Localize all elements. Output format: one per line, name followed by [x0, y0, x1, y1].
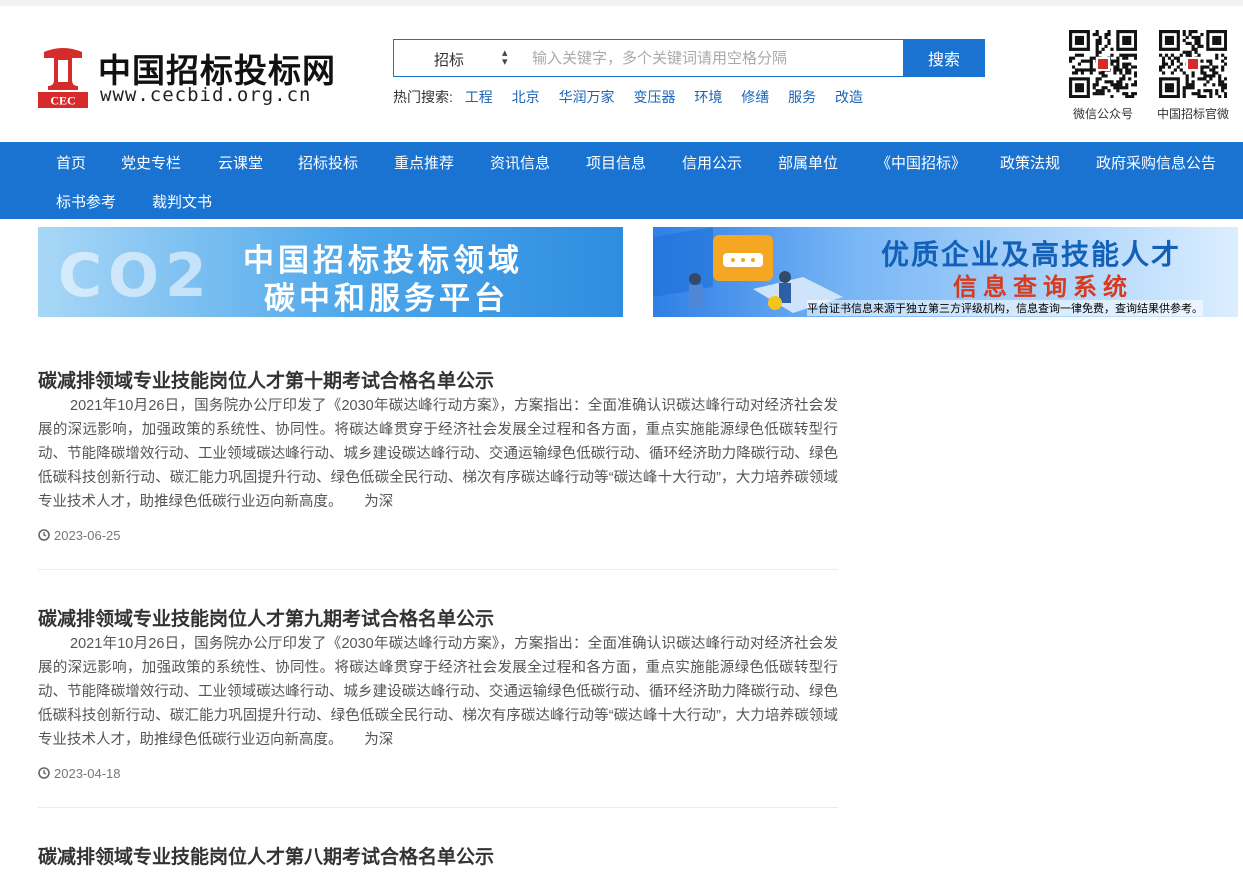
- nav-item-affiliates[interactable]: 部属单位: [778, 152, 838, 173]
- nav-item-policy[interactable]: 政策法规: [1000, 152, 1060, 173]
- clock-icon: [38, 767, 50, 779]
- banner-right-note: 平台证书信息来源于独立第三方评级机构，信息查询一律免费，查询结果供参考。: [807, 300, 1203, 316]
- search-button[interactable]: 搜索: [903, 39, 985, 77]
- nav-item-credit[interactable]: 信用公示: [682, 152, 742, 173]
- article-title[interactable]: 碳减排领域专业技能岗位人才第九期考试合格名单公示: [38, 604, 494, 631]
- banner-bg-co2: CO2: [58, 241, 213, 311]
- nav-item-magazine[interactable]: 《中国招标》: [876, 152, 966, 173]
- qr-wechat[interactable]: 微信公众号: [1061, 30, 1145, 122]
- nav-item-party-history[interactable]: 党史专栏: [121, 152, 181, 173]
- article-title[interactable]: 碳减排领域专业技能岗位人才第十期考试合格名单公示: [38, 366, 494, 393]
- article-summary: 2021年10月26日，国务院办公厅印发了《2030年碳达峰行动方案》，方案指出…: [38, 636, 838, 748]
- search-category-select[interactable]: 招标 ▴ ▾: [394, 40, 522, 76]
- hot-search-link[interactable]: 变压器: [633, 89, 675, 105]
- article-date-text: 2023-06-25: [54, 528, 121, 543]
- banner-right-line2: 信息查询系统: [953, 274, 1133, 301]
- search-bar: 招标 ▴▾ 搜索: [393, 39, 985, 77]
- site-header: CEC 中国招标投标网 www.cecbid.org.cn 招标 ▴▾ 搜索 热…: [0, 6, 1243, 142]
- article-date: 2023-04-18: [38, 766, 121, 781]
- hot-search: 热门搜索: 工程 北京 华润万家 变压器 环境 修缮 服务 改造: [393, 87, 878, 107]
- cec-logo-icon: CEC: [38, 48, 88, 108]
- logo-mark-text: CEC: [50, 94, 75, 108]
- qr-label: 微信公众号: [1072, 107, 1133, 121]
- updown-chevron-icon: ▴ ▾: [502, 47, 508, 68]
- banner-left-line2: 碳中和服务平台: [264, 281, 509, 316]
- nav-item-featured[interactable]: 重点推荐: [394, 152, 454, 173]
- search-category-value: 招标: [434, 52, 465, 69]
- article-date: 2023-06-25: [38, 528, 121, 543]
- article-date-text: 2023-04-18: [54, 766, 121, 781]
- hot-search-link[interactable]: 北京: [512, 89, 540, 105]
- hot-search-link[interactable]: 改造: [835, 89, 863, 105]
- article-divider: [38, 807, 838, 808]
- nav-item-bidding[interactable]: 招标投标: [298, 152, 358, 173]
- article-summary: 2021年10月26日，国务院办公厅印发了《2030年碳达峰行动方案》，方案指出…: [38, 398, 838, 510]
- hot-search-label: 热门搜索:: [393, 89, 453, 105]
- nav-item-projects[interactable]: 项目信息: [586, 152, 646, 173]
- nav-item-news[interactable]: 资讯信息: [490, 152, 550, 173]
- qr-code-icon: [1069, 30, 1137, 98]
- search-input[interactable]: [532, 40, 892, 76]
- search-box: 招标 ▴ ▾: [393, 39, 904, 77]
- nav-item-gov-procurement[interactable]: 政府采购信息公告: [1096, 152, 1216, 173]
- main-nav: 首页 党史专栏 云课堂 招标投标 重点推荐 资讯信息 项目信息 信用公示 部属单…: [0, 142, 1243, 219]
- nav-item-judgments[interactable]: 裁判文书: [152, 191, 212, 212]
- qr-label: 中国招标官微: [1156, 107, 1229, 121]
- article-title[interactable]: 碳减排领域专业技能岗位人才第八期考试合格名单公示: [38, 842, 494, 869]
- hot-search-link[interactable]: 工程: [465, 89, 493, 105]
- nav-item-bid-reference[interactable]: 标书参考: [56, 191, 116, 212]
- nav-item-cloud-class[interactable]: 云课堂: [218, 152, 263, 173]
- hot-search-link[interactable]: 服务: [788, 89, 816, 105]
- hot-search-link[interactable]: 环境: [694, 89, 722, 105]
- logo-domain: www.cecbid.org.cn: [100, 84, 312, 106]
- qr-code-icon: [1159, 30, 1227, 98]
- hot-search-link[interactable]: 修缮: [741, 89, 769, 105]
- clock-icon: [38, 529, 50, 541]
- article-divider: [38, 569, 838, 570]
- banner-carbon-neutral[interactable]: CO2 中国招标投标领域 碳中和服务平台: [38, 227, 623, 317]
- banner-talent-query[interactable]: 优质企业及高技能人才 信息查询系统 平台证书信息来源于独立第三方评级机构，信息查…: [653, 227, 1238, 317]
- site-logo[interactable]: CEC 中国招标投标网 www.cecbid.org.cn: [38, 42, 338, 108]
- qr-weibo[interactable]: 中国招标官微: [1151, 30, 1235, 122]
- nav-item-home[interactable]: 首页: [56, 152, 86, 173]
- hot-search-link[interactable]: 华润万家: [559, 89, 615, 105]
